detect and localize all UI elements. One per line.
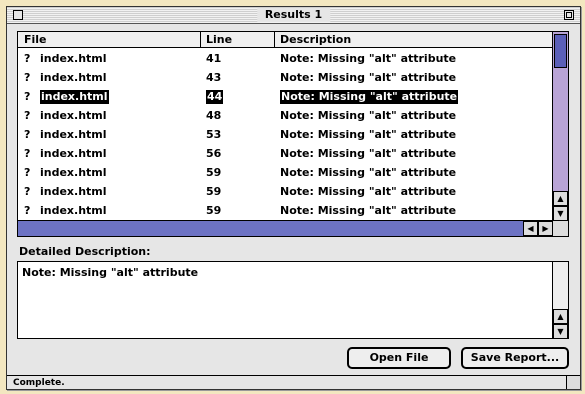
horizontal-scrollbar[interactable]: ◀ ▶: [18, 220, 568, 236]
scroll-thumb[interactable]: [554, 34, 567, 68]
row-description: Note: Missing "alt" attribute: [280, 166, 457, 179]
row-description: Note: Missing "alt" attribute: [280, 147, 457, 160]
row-line: 44: [206, 90, 224, 104]
list-header: File Line Description: [18, 32, 552, 48]
column-header-line[interactable]: Line: [206, 33, 232, 47]
question-mark-icon: ?: [24, 71, 31, 84]
scroll-down-arrow-icon[interactable]: ▼: [553, 206, 568, 221]
row-description: Note: Missing "alt" attribute: [280, 71, 457, 84]
scroll-up-arrow-icon[interactable]: ▲: [553, 309, 568, 324]
row-line: 59: [206, 166, 222, 179]
row-description: Note: Missing "alt" attribute: [280, 90, 459, 104]
table-rows: ? index.html 41 Note: Missing "alt" attr…: [18, 49, 552, 220]
table-row[interactable]: ? index.html 59 Note: Missing "alt" attr…: [18, 163, 552, 182]
row-file: index.html: [40, 52, 107, 65]
status-text: Complete.: [13, 378, 65, 388]
row-file: index.html: [40, 90, 109, 104]
close-box-icon[interactable]: [13, 10, 23, 20]
table-row[interactable]: ? index.html 43 Note: Missing "alt" attr…: [18, 68, 552, 87]
scroll-left-arrow-icon[interactable]: ◀: [523, 221, 538, 236]
table-row[interactable]: ? index.html 41 Note: Missing "alt" attr…: [18, 49, 552, 68]
question-mark-icon: ?: [24, 185, 31, 198]
column-header-file[interactable]: File: [24, 33, 47, 47]
row-file: index.html: [40, 166, 107, 179]
row-description: Note: Missing "alt" attribute: [280, 128, 457, 141]
table-row[interactable]: ? index.html 48 Note: Missing "alt" attr…: [18, 106, 552, 125]
table-row[interactable]: ? index.html 59 Note: Missing "alt" attr…: [18, 182, 552, 201]
vertical-scrollbar[interactable]: ▲ ▼: [552, 32, 568, 221]
table-row[interactable]: ? index.html 56 Note: Missing "alt" attr…: [18, 144, 552, 163]
resize-grip-icon[interactable]: [566, 376, 580, 389]
results-list[interactable]: File Line Description ? index.html 41 No…: [17, 31, 569, 237]
row-file: index.html: [40, 128, 107, 141]
question-mark-icon: ?: [24, 52, 31, 65]
row-file: index.html: [40, 147, 107, 160]
table-row-selected[interactable]: ? index.html 44 Note: Missing "alt" attr…: [18, 87, 552, 106]
status-bar: Complete.: [7, 375, 580, 389]
row-line: 48: [206, 109, 222, 122]
column-divider[interactable]: [200, 32, 201, 48]
row-line: 56: [206, 147, 222, 160]
table-row[interactable]: ? index.html 53 Note: Missing "alt" attr…: [18, 125, 552, 144]
question-mark-icon: ?: [24, 90, 31, 103]
scroll-down-arrow-icon[interactable]: ▼: [553, 324, 568, 339]
row-file: index.html: [40, 71, 107, 84]
row-file: index.html: [40, 109, 107, 122]
zoom-box-icon[interactable]: [564, 10, 574, 20]
detail-label: Detailed Description:: [19, 245, 151, 258]
row-line: 59: [206, 204, 222, 217]
row-description: Note: Missing "alt" attribute: [280, 204, 457, 217]
row-line: 59: [206, 185, 222, 198]
column-header-description[interactable]: Description: [280, 33, 351, 47]
scroll-up-arrow-icon[interactable]: ▲: [553, 191, 568, 206]
open-file-button[interactable]: Open File: [347, 347, 451, 369]
column-divider[interactable]: [274, 32, 275, 48]
detail-description-box[interactable]: Note: Missing "alt" attribute ▲ ▼: [17, 261, 569, 339]
window-title: Results 1: [256, 8, 331, 22]
question-mark-icon: ?: [24, 204, 31, 217]
save-report-button[interactable]: Save Report...: [461, 347, 569, 369]
row-file: index.html: [40, 204, 107, 217]
table-row[interactable]: ? index.html 59 Note: Missing "alt" attr…: [18, 201, 552, 220]
corner-box: [552, 220, 568, 236]
detail-text: Note: Missing "alt" attribute: [22, 266, 199, 279]
row-description: Note: Missing "alt" attribute: [280, 185, 457, 198]
row-line: 43: [206, 71, 222, 84]
scroll-right-arrow-icon[interactable]: ▶: [538, 221, 553, 236]
question-mark-icon: ?: [24, 166, 31, 179]
question-mark-icon: ?: [24, 109, 31, 122]
detail-scrollbar[interactable]: ▲ ▼: [552, 262, 568, 339]
row-description: Note: Missing "alt" attribute: [280, 109, 457, 122]
question-mark-icon: ?: [24, 147, 31, 160]
title-bar[interactable]: Results 1: [7, 7, 580, 24]
row-description: Note: Missing "alt" attribute: [280, 52, 457, 65]
results-window: Results 1 File Line Description ? index.…: [6, 6, 581, 390]
row-file: index.html: [40, 185, 107, 198]
row-line: 41: [206, 52, 222, 65]
question-mark-icon: ?: [24, 128, 31, 141]
row-line: 53: [206, 128, 222, 141]
